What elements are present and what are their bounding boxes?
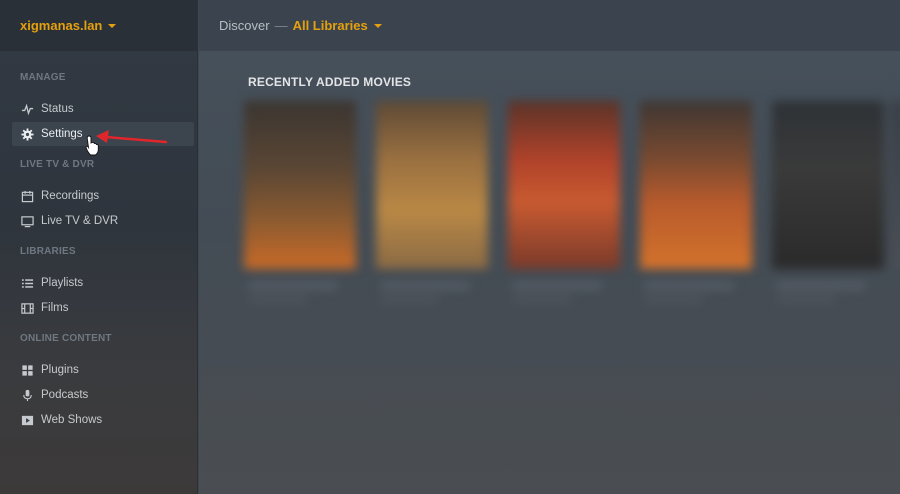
sidebar-item-label: Recordings (41, 190, 100, 202)
sidebar-item-live-tv[interactable]: Live TV & DVR (12, 209, 194, 233)
movie-poster[interactable] (890, 101, 900, 269)
poster-year-placeholder (644, 297, 704, 302)
header: Discover — All Libraries (199, 0, 900, 51)
server-selector[interactable]: xigmanas.lan (0, 0, 198, 51)
poster-title-placeholder (248, 283, 338, 289)
calendar-icon (20, 189, 34, 203)
movie-poster[interactable] (640, 101, 752, 269)
sidebar-item-label: Live TV & DVR (41, 215, 119, 227)
chevron-down-icon (108, 24, 117, 28)
poster-year-placeholder (248, 297, 308, 302)
grid-icon (20, 363, 34, 377)
sidebar-item-web-shows[interactable]: Web Shows (12, 408, 194, 432)
section-libraries: LIBRARIES (20, 246, 76, 257)
section-live-tv: LIVE TV & DVR (20, 159, 95, 170)
activity-icon (20, 102, 34, 116)
tv-icon (20, 214, 34, 228)
chevron-down-icon (373, 24, 382, 28)
poster-year-placeholder (512, 297, 572, 302)
poster-title-placeholder (380, 283, 470, 289)
sidebar-item-label: Status (41, 103, 74, 115)
sidebar-item-label: Films (41, 302, 69, 314)
sidebar-item-label: Web Shows (41, 414, 103, 426)
section-manage: MANAGE (20, 72, 66, 83)
sidebar-item-status[interactable]: Status (12, 97, 194, 121)
sidebar-item-label: Plugins (41, 364, 79, 376)
discover-link[interactable]: Discover (219, 18, 270, 33)
breadcrumb-separator: — (274, 18, 288, 33)
sidebar-item-playlists[interactable]: Playlists (12, 271, 194, 295)
hub-title: RECENTLY ADDED MOVIES (248, 75, 412, 89)
poster-title-placeholder (512, 283, 602, 289)
gear-icon (20, 127, 34, 141)
microphone-icon (20, 388, 34, 402)
library-selector-label: All Libraries (292, 18, 368, 33)
section-online-content: ONLINE CONTENT (20, 333, 112, 344)
sidebar-item-label: Settings (41, 128, 83, 140)
movie-poster[interactable] (376, 101, 488, 269)
sidebar-item-recordings[interactable]: Recordings (12, 184, 194, 208)
sidebar-item-plugins[interactable]: Plugins (12, 358, 194, 382)
sidebar-item-settings[interactable]: Settings (12, 122, 194, 146)
movie-poster[interactable] (508, 101, 620, 269)
sidebar-item-films[interactable]: Films (12, 296, 194, 320)
sidebar-item-podcasts[interactable]: Podcasts (12, 383, 194, 407)
library-selector[interactable]: All Libraries (293, 18, 382, 33)
server-name: xigmanas.lan (20, 18, 103, 33)
movie-poster[interactable] (772, 101, 884, 269)
poster-row (226, 93, 900, 353)
film-icon (20, 301, 34, 315)
poster-title-placeholder (776, 283, 866, 289)
sidebar: xigmanas.lan MANAGE Status Settings LIVE… (0, 0, 198, 494)
poster-year-placeholder (380, 297, 440, 302)
poster-year-placeholder (776, 297, 836, 302)
sidebar-item-label: Playlists (41, 277, 84, 289)
poster-title-placeholder (644, 283, 734, 289)
play-icon (20, 413, 34, 427)
list-icon (20, 276, 34, 290)
main-content: RECENTLY ADDED MOVIES (199, 51, 900, 494)
sidebar-item-label: Podcasts (41, 389, 89, 401)
movie-poster[interactable] (244, 101, 356, 269)
